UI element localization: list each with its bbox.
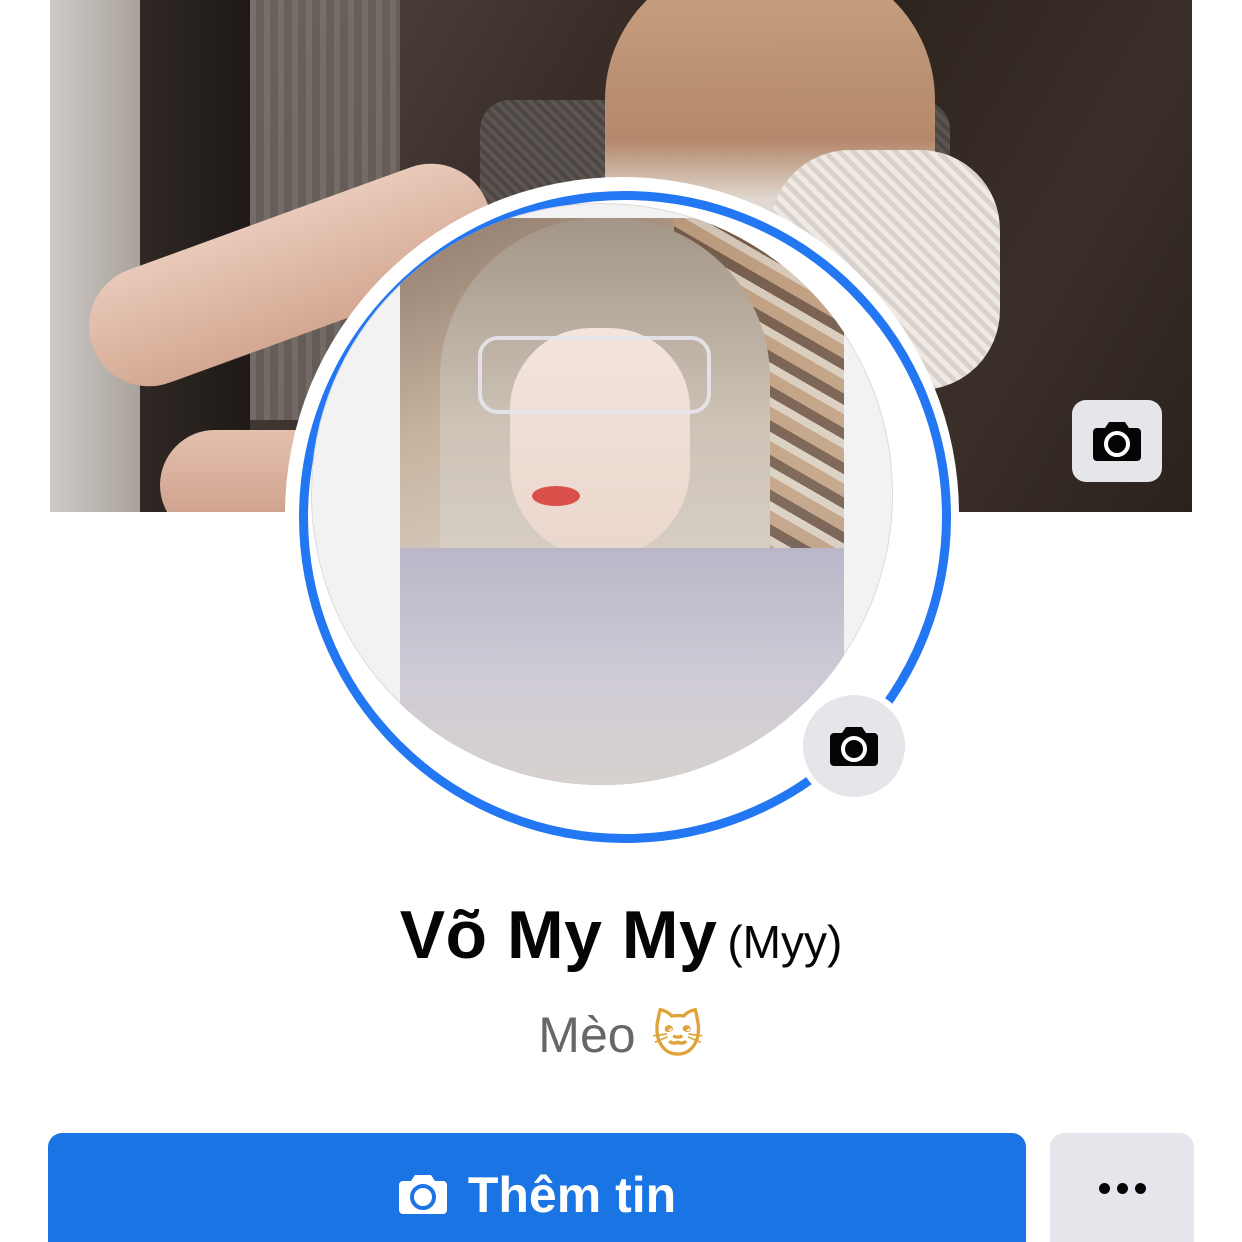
profile-name: Võ My My (Myy)	[0, 890, 1242, 999]
avatar-photo-detail	[532, 486, 580, 506]
add-story-button[interactable]: Thêm tin	[48, 1133, 1026, 1242]
display-name: Võ My My	[399, 897, 718, 973]
bio-text: Mèo	[538, 1007, 636, 1063]
alternate-name: (Myy)	[727, 916, 843, 968]
avatar-photo-detail	[478, 336, 711, 414]
edit-cover-photo-button[interactable]	[1072, 400, 1162, 482]
profile-page: Võ My My (Myy) Mèo 🐱 Thêm tin	[0, 0, 1242, 1242]
add-story-label: Thêm tin	[467, 1167, 677, 1223]
profile-bio: Mèo 🐱	[0, 1000, 1242, 1070]
camera-icon	[830, 727, 878, 766]
camera-icon	[1093, 422, 1141, 461]
cat-emoji-icon: 🐱	[651, 1006, 704, 1064]
more-horizontal-icon	[1098, 1183, 1146, 1194]
avatar[interactable]	[311, 203, 893, 785]
avatar-photo-detail	[400, 548, 844, 785]
avatar-photo	[400, 218, 844, 785]
cover-photo-detail	[50, 0, 140, 512]
more-options-button[interactable]	[1050, 1133, 1194, 1242]
profile-picture[interactable]	[285, 177, 959, 851]
edit-profile-picture-button[interactable]	[803, 695, 905, 797]
camera-icon	[398, 1175, 447, 1214]
